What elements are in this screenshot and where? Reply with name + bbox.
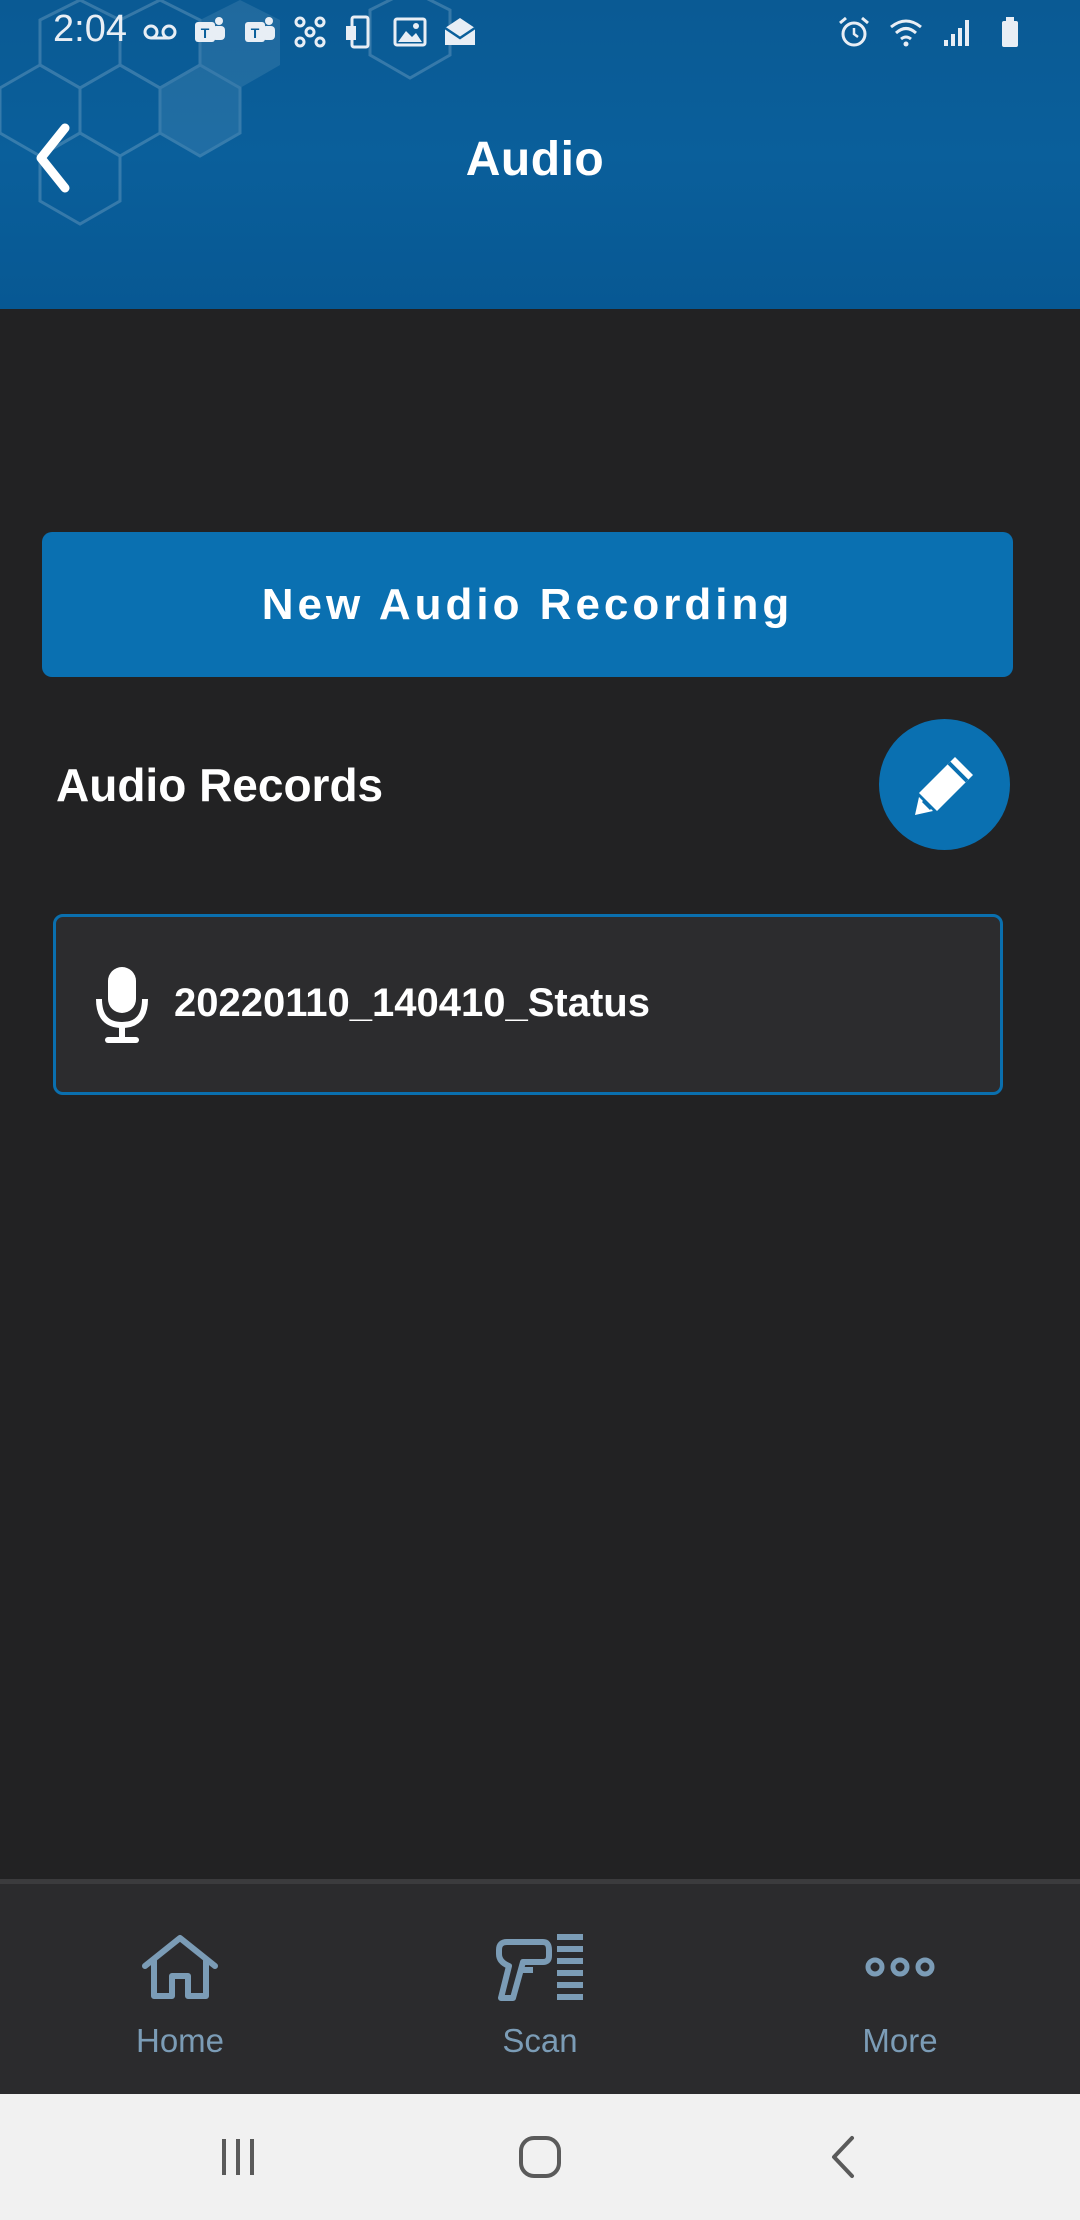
status-bar: 2:04 T T <box>0 0 1080 64</box>
recent-apps-icon <box>222 2139 254 2175</box>
phone-device-icon <box>346 15 370 49</box>
home-circle-icon <box>519 2136 561 2178</box>
home-system-button[interactable] <box>480 2124 600 2190</box>
alarm-icon <box>839 16 869 47</box>
teams-icon: T <box>195 17 225 42</box>
status-time: 2:04 <box>53 8 127 50</box>
image-icon <box>393 17 427 47</box>
home-icon <box>142 1935 218 1999</box>
voicemail-icon <box>143 24 177 40</box>
nav-label-scan: Scan <box>502 2022 578 2059</box>
teams-icon: T <box>245 17 275 42</box>
bottom-navigation: Home Scan More <box>0 1879 1080 2094</box>
battery-icon <box>1002 17 1018 47</box>
notification-icons: T T <box>142 14 478 50</box>
svg-text:T: T <box>251 25 260 41</box>
signal-icon <box>944 20 969 46</box>
system-navigation-bar <box>0 2094 1080 2220</box>
scanner-icon <box>496 1934 583 2001</box>
nav-item-home[interactable]: Home <box>0 1884 360 2094</box>
nav-label-home: Home <box>135 2022 225 2059</box>
nav-item-more[interactable]: More <box>720 1884 1080 2094</box>
recent-apps-button[interactable] <box>178 2124 298 2190</box>
email-icon <box>444 18 476 45</box>
wifi-icon <box>890 19 922 47</box>
more-dots-icon <box>865 1957 935 1977</box>
list-item[interactable]: 20220110_140410_Status <box>53 914 1003 1095</box>
nav-item-scan[interactable]: Scan <box>360 1884 720 2094</box>
pencil-icon <box>914 756 973 815</box>
page-title: Audio <box>465 133 605 186</box>
app-header: 2:04 T T Audio <box>0 0 1080 309</box>
audio-records-heading: Audio Records <box>56 759 384 811</box>
record-name: 20220110_140410_Status <box>174 981 650 1025</box>
edit-button[interactable] <box>879 719 1010 850</box>
nav-label-more: More <box>862 2022 938 2059</box>
back-system-button[interactable] <box>783 2124 903 2190</box>
new-audio-recording-button[interactable]: New Audio Recording <box>42 532 1013 677</box>
system-status-icons <box>836 14 1028 50</box>
back-icon <box>832 2136 854 2178</box>
hub-icon <box>294 16 326 48</box>
microphone-icon <box>96 967 148 1043</box>
svg-text:T: T <box>201 25 210 41</box>
